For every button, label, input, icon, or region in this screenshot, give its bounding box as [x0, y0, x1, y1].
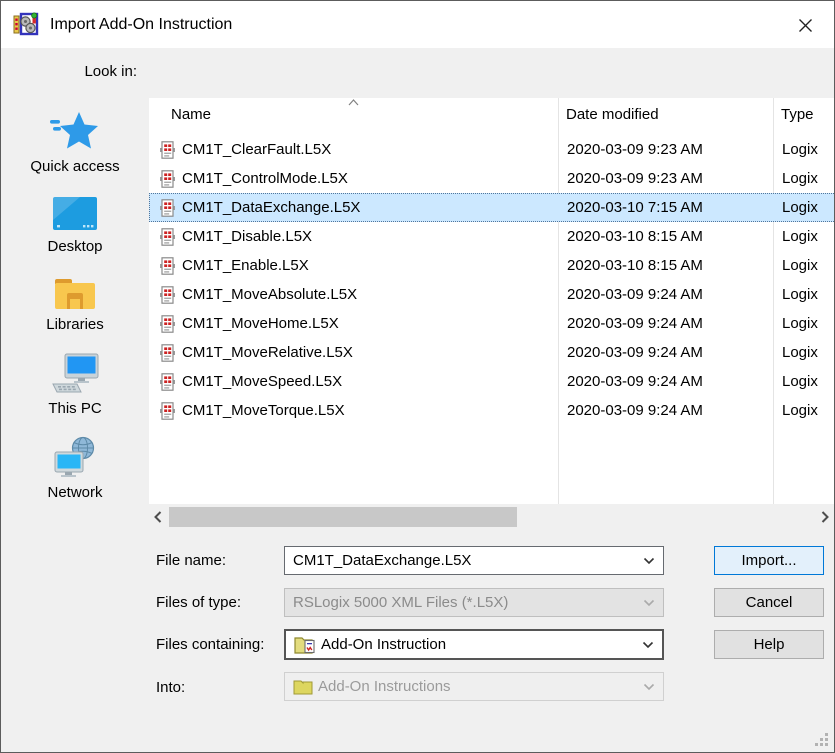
column-header-type[interactable]: Type: [773, 106, 835, 134]
import-aoi-dialog: Import Add-On Instruction Look in: AOI: [0, 0, 835, 753]
chevron-down-icon: [642, 641, 654, 649]
into-value: Add-On Instructions: [318, 678, 451, 695]
title-bar: Import Add-On Instruction: [1, 1, 834, 48]
rslogix-app-icon: [13, 12, 40, 37]
into-label: Into:: [156, 679, 185, 696]
l5x-file-icon: [160, 170, 175, 188]
resize-grip[interactable]: [812, 730, 828, 746]
l5x-file-icon: [160, 199, 175, 217]
sidebar-item-label: Quick access: [30, 158, 119, 175]
sidebar-item-libraries[interactable]: Libraries: [10, 274, 140, 333]
chevron-left-icon: [154, 511, 162, 523]
sidebar-item-desktop[interactable]: Desktop: [10, 194, 140, 255]
list-item[interactable]: CM1T_MoveTorque.L5X 2020-03-09 9:24 AM L…: [149, 396, 835, 425]
chevron-down-icon: [643, 557, 655, 565]
column-header-date-modified[interactable]: Date modified: [558, 106, 773, 134]
chevron-down-icon: [643, 683, 655, 691]
window-title: Import Add-On Instruction: [50, 16, 232, 34]
sidebar-item-label: Libraries: [46, 316, 104, 333]
cancel-button[interactable]: Cancel: [714, 588, 824, 617]
libraries-folder-icon: [52, 274, 98, 312]
l5x-file-icon: [160, 141, 175, 159]
sidebar-item-label: Desktop: [47, 238, 102, 255]
list-item[interactable]: CM1T_MoveRelative.L5X 2020-03-09 9:24 AM…: [149, 338, 835, 367]
list-rows: CM1T_ClearFault.L5X 2020-03-09 9:23 AM L…: [149, 135, 835, 425]
files-of-type-label: Files of type:: [156, 594, 241, 611]
list-item[interactable]: CM1T_MoveAbsolute.L5X 2020-03-09 9:24 AM…: [149, 280, 835, 309]
close-button[interactable]: [792, 13, 818, 37]
files-of-type-combobox: RSLogix 5000 XML Files (*.L5X): [284, 588, 664, 617]
file-name-value: CM1T_DataExchange.L5X: [293, 552, 471, 569]
files-containing-label: Files containing:: [156, 636, 264, 653]
list-item[interactable]: CM1T_Enable.L5X 2020-03-10 8:15 AM Logix: [149, 251, 835, 280]
location-bar: Look in: AOI: [1, 48, 834, 98]
desktop-icon: [50, 194, 100, 234]
scrollbar-thumb[interactable]: [169, 507, 517, 527]
list-item[interactable]: CM1T_MoveHome.L5X 2020-03-09 9:24 AM Log…: [149, 309, 835, 338]
list-item[interactable]: CM1T_ClearFault.L5X 2020-03-09 9:23 AM L…: [149, 135, 835, 164]
sort-ascending-icon: [348, 99, 359, 106]
sidebar-item-network[interactable]: Network: [10, 436, 140, 501]
chevron-right-icon: [821, 511, 829, 523]
l5x-file-icon: [160, 402, 175, 420]
sidebar-item-this-pc[interactable]: This PC: [10, 352, 140, 417]
list-item-selected[interactable]: CM1T_DataExchange.L5X 2020-03-10 7:15 AM…: [149, 193, 835, 222]
chevron-down-icon: [643, 599, 655, 607]
horizontal-scrollbar: [149, 504, 835, 530]
files-of-type-value: RSLogix 5000 XML Files (*.L5X): [293, 594, 508, 611]
scroll-right-button[interactable]: [816, 504, 834, 530]
list-item[interactable]: CM1T_MoveSpeed.L5X 2020-03-09 9:24 AM Lo…: [149, 367, 835, 396]
l5x-file-icon: [160, 286, 175, 304]
into-combobox: Add-On Instructions: [284, 672, 664, 701]
help-button[interactable]: Help: [714, 630, 824, 659]
file-name-combobox[interactable]: CM1T_DataExchange.L5X: [284, 546, 664, 575]
file-name-label: File name:: [156, 552, 226, 569]
scroll-left-button[interactable]: [149, 504, 167, 530]
files-containing-combobox[interactable]: Add-On Instruction: [284, 629, 664, 660]
list-item[interactable]: CM1T_ControlMode.L5X 2020-03-09 9:23 AM …: [149, 164, 835, 193]
l5x-file-icon: [160, 257, 175, 275]
list-header: Name Date modified Type: [149, 106, 835, 134]
file-list: Name Date modified Type CM1T_ClearFault.…: [149, 98, 835, 504]
sidebar-item-quick-access[interactable]: Quick access: [10, 110, 140, 175]
aoi-folder-icon: [294, 635, 316, 654]
close-icon: [798, 18, 813, 33]
network-icon: [50, 436, 100, 480]
column-header-name[interactable]: Name: [149, 106, 558, 134]
files-containing-value: Add-On Instruction: [321, 636, 446, 653]
look-in-label: Look in:: [84, 63, 137, 80]
sidebar-item-label: This PC: [48, 400, 101, 417]
import-button[interactable]: Import...: [714, 546, 824, 575]
l5x-file-icon: [160, 315, 175, 333]
quick-access-star-icon: [49, 110, 101, 154]
l5x-file-icon: [160, 373, 175, 391]
list-item[interactable]: CM1T_Disable.L5X 2020-03-10 8:15 AM Logi…: [149, 222, 835, 251]
places-sidebar: Quick access Desktop Libraries: [1, 98, 149, 733]
sidebar-item-label: Network: [47, 484, 102, 501]
l5x-file-icon: [160, 228, 175, 246]
this-pc-icon: [50, 352, 100, 396]
l5x-file-icon: [160, 344, 175, 362]
folder-icon: [293, 679, 313, 695]
